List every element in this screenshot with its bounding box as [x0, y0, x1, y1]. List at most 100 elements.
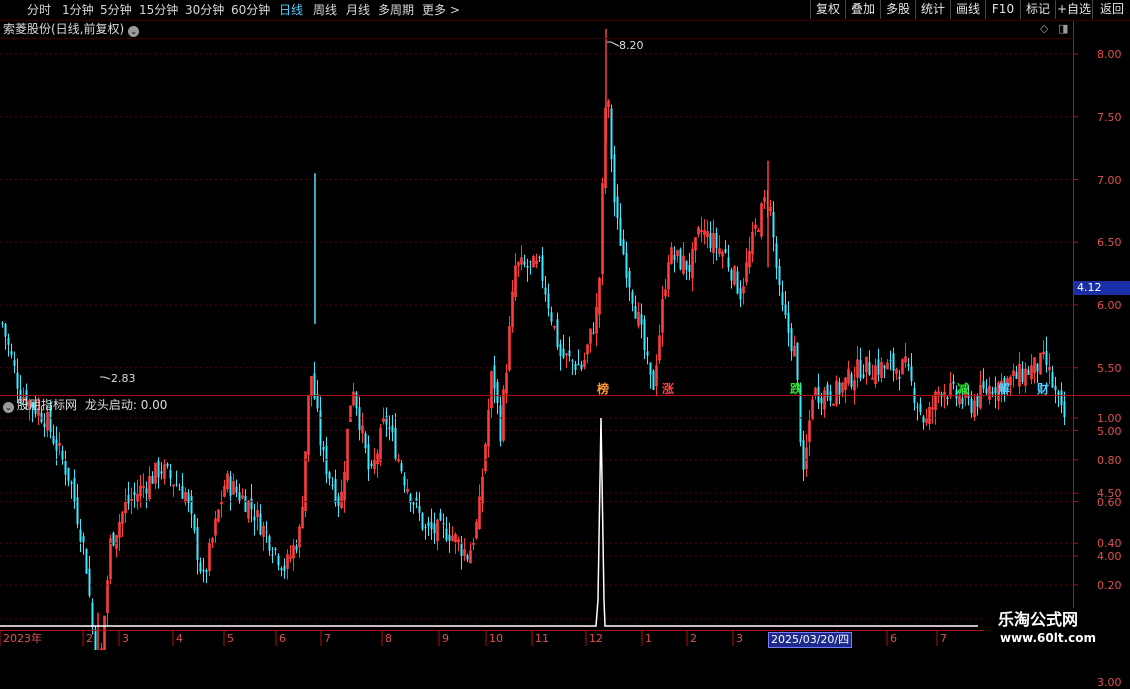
toolbar-button-2[interactable]: 多股 — [880, 0, 915, 19]
event-marker[interactable]: 财 — [1037, 382, 1049, 396]
candle-body — [916, 406, 919, 408]
main-chart-title: 索菱股份(日线,前复权) ⌄ — [3, 21, 140, 37]
event-marker[interactable]: 涨 — [662, 382, 674, 396]
time-tick-label: 9 — [442, 632, 449, 645]
candle-body — [73, 478, 76, 502]
candle-body — [322, 446, 325, 451]
candle-body — [85, 549, 88, 574]
candle-body — [1036, 363, 1039, 372]
watermark-title: 乐淘公式网 — [998, 610, 1079, 629]
window-icon[interactable]: ◨ — [1058, 22, 1068, 35]
candle-body — [79, 529, 82, 542]
candle-body — [43, 423, 46, 428]
candle-body — [334, 478, 337, 504]
toolbar-button-4[interactable]: 画线 — [950, 0, 985, 19]
indicator-grid — [0, 417, 1073, 586]
candle-body — [961, 398, 964, 404]
candle-body — [94, 629, 97, 650]
candle-body — [271, 554, 274, 556]
candle-body — [412, 502, 415, 505]
period-tab-9[interactable]: 多周期 — [378, 2, 414, 18]
candle-body — [496, 382, 499, 403]
event-marker[interactable]: 减 — [957, 382, 969, 396]
period-tab-3[interactable]: 15分钟 — [139, 2, 178, 18]
candle-body — [592, 332, 595, 334]
period-tab-8[interactable]: 月线 — [346, 2, 370, 18]
toolbar-button-3[interactable]: 统计 — [915, 0, 950, 19]
candle-body — [616, 196, 619, 219]
period-tab-5[interactable]: 60分钟 — [231, 2, 270, 18]
candle-body — [724, 249, 727, 253]
candle-body — [244, 496, 247, 513]
candle-body — [358, 407, 361, 430]
candle-body — [709, 233, 712, 248]
candle-body — [166, 463, 169, 467]
indicator-value: 龙头启动: 0.00 — [84, 398, 168, 412]
event-marker[interactable]: 跌 — [790, 382, 802, 396]
candle-body — [673, 255, 676, 261]
candle-body — [625, 253, 628, 279]
high-price-label: 8.20 — [619, 39, 644, 52]
candle-body — [328, 472, 331, 479]
chevron-down-icon[interactable]: ⌄ — [128, 26, 140, 37]
price-tick-label: 7.50 — [1097, 110, 1122, 124]
candle-body — [331, 484, 334, 487]
toolbar-button-8[interactable]: 返回 — [1092, 0, 1130, 19]
candle-body — [403, 476, 406, 486]
candle-body — [202, 569, 205, 572]
toolbar-button-7[interactable]: +自选 — [1055, 0, 1092, 19]
candle-body — [52, 435, 55, 444]
period-tab-4[interactable]: 30分钟 — [185, 2, 224, 18]
candle-body — [70, 481, 73, 484]
candle-body — [946, 397, 949, 400]
candle-body — [355, 392, 358, 409]
candle-body — [859, 360, 862, 379]
period-tab-10[interactable]: 更多 > — [422, 2, 460, 18]
candle-body — [424, 526, 427, 528]
candle-body — [547, 293, 550, 309]
candle-body — [862, 374, 865, 378]
candle-body — [868, 362, 871, 375]
candle-body — [685, 260, 688, 270]
chevron-down-icon[interactable]: ⌄ — [3, 402, 14, 413]
candle-body — [781, 292, 784, 306]
candle-body — [112, 532, 115, 546]
candle-body — [16, 372, 19, 389]
period-tab-2[interactable]: 5分钟 — [100, 2, 132, 18]
time-tick-label: 6 — [279, 632, 286, 645]
candle-body — [577, 363, 580, 366]
time-tick-label: 6 — [890, 632, 897, 645]
period-tab-7[interactable]: 周线 — [313, 2, 337, 18]
toolbar-button-5[interactable]: F10 — [985, 0, 1020, 19]
time-tick-label: 10 — [489, 632, 503, 645]
toolbar-button-0[interactable]: 复权 — [810, 0, 845, 19]
candle-body — [295, 545, 298, 550]
candle-body — [727, 257, 730, 268]
toolbar-button-6[interactable]: 标记 — [1020, 0, 1055, 19]
toolbar-button-1[interactable]: 叠加 — [845, 0, 880, 19]
period-tab-1[interactable]: 1分钟 — [62, 2, 94, 18]
main-grid — [0, 53, 1073, 620]
event-marker[interactable]: 解 — [998, 382, 1010, 396]
candle-body — [313, 373, 316, 399]
event-marker[interactable]: 榜 — [597, 382, 609, 396]
candle-body — [13, 359, 16, 366]
candle-body — [370, 463, 373, 466]
candle-body — [151, 475, 154, 484]
candle-body — [838, 382, 841, 395]
candle-body — [427, 522, 430, 527]
indicator-tick-label: 0.20 — [1097, 579, 1122, 592]
candle-body — [787, 312, 790, 333]
candle-body — [88, 568, 91, 596]
price-tick-label: 5.50 — [1097, 361, 1122, 375]
candle-body — [1060, 390, 1063, 406]
indicator-name[interactable]: 股朋指标网 — [17, 398, 77, 412]
diamond-icon[interactable]: ◇ — [1040, 22, 1048, 35]
candle-body — [229, 476, 232, 496]
candle-body — [622, 239, 625, 255]
period-tab-0[interactable]: 分时 — [27, 2, 51, 18]
chart-canvas[interactable] — [0, 0, 1130, 650]
period-tab-6[interactable]: 日线 — [279, 2, 303, 18]
candle-body — [883, 365, 886, 369]
stock-title[interactable]: 索菱股份(日线,前复权) — [3, 22, 124, 36]
